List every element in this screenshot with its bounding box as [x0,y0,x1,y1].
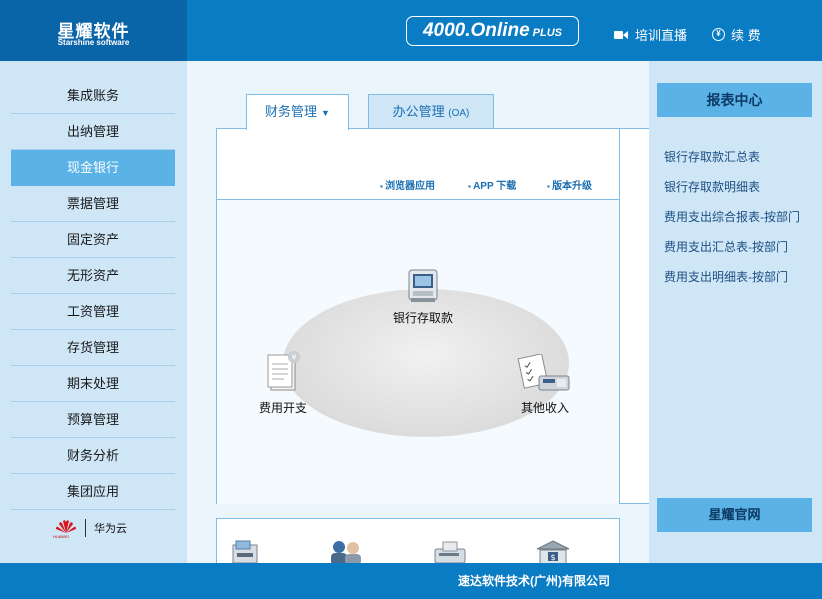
sidebar-item-budget[interactable]: 预算管理 [11,402,175,438]
huawei-logo-icon: HUAWEI [53,519,77,539]
sidebar-item-cash-bank[interactable]: 现金银行 [11,150,175,186]
flow-panel: 浏览器应用 APP 下载 版本升级 银行存取款 [216,128,649,504]
report-link-expense-summary[interactable]: 费用支出汇总表-按部门 [664,238,788,255]
module-sidebar: 集成账务 出纳管理 现金银行 票据管理 固定资产 无形资产 工资管理 存货管理 … [0,61,187,563]
training-live-label: 培训直播 [635,28,688,43]
video-camera-icon [614,30,629,40]
browser-app-link[interactable]: 浏览器应用 [380,177,435,192]
sidebar-item-group-apps[interactable]: 集团应用 [11,474,175,510]
version-upgrade-link[interactable]: 版本升级 [547,177,592,192]
income-register-icon [517,353,570,391]
sidebar-item-period-end[interactable]: 期末处理 [11,366,175,402]
node-other-income[interactable]: 其他收入 [517,353,573,416]
company-name: 速达软件技术(广州)有限公司 [458,574,610,588]
cash-register-icon[interactable] [229,539,263,563]
official-site-button[interactable]: 星耀官网 [657,498,812,532]
node-expense-label: 费用开支 [259,401,308,415]
huawei-cloud-badge[interactable]: HUAWEI 华为云 [53,519,127,539]
product-edition: PLUS [532,27,562,39]
svg-text:¥: ¥ [291,353,296,362]
node-bank-deposit[interactable]: 银行存取款 [393,266,453,326]
yen-circle-icon: ¥ [712,28,725,41]
node-income-label: 其他收入 [520,401,569,415]
sidebar-item-intangible-assets[interactable]: 无形资产 [11,258,175,294]
calculator-register-icon[interactable] [429,539,469,563]
tab-office-management[interactable]: 办公管理 (OA) [368,94,494,129]
tab-office-suffix: (OA) [448,108,470,119]
huawei-brand-text: HUAWEI [53,534,69,539]
report-link-bank-summary[interactable]: 银行存取款汇总表 [664,148,760,165]
sidebar-item-cashier[interactable]: 出纳管理 [11,114,175,150]
report-link-bank-detail[interactable]: 银行存取款明细表 [664,178,760,195]
logo-subtitle: Starshine software [57,38,130,47]
header-bar: 星耀软件 Starshine software 4000.Online PLUS … [0,0,822,61]
renew-link[interactable]: ¥ 续 费 [712,25,761,44]
quick-links: 浏览器应用 APP 下载 版本升级 [217,177,620,193]
atm-machine-icon [408,269,438,302]
sidebar-item-bills[interactable]: 票据管理 [11,186,175,222]
app-download-link[interactable]: APP 下载 [468,177,516,192]
report-center-title: 报表中心 [657,83,812,117]
node-bank-label: 银行存取款 [393,311,454,325]
svg-text:$: $ [550,553,555,562]
sidebar-item-payroll[interactable]: 工资管理 [11,294,175,330]
product-name: 4000.Online [422,20,530,41]
footer-bar: 速达软件技术(广州)有限公司 [0,563,822,599]
bank-building-icon[interactable]: $ [533,539,573,563]
sidebar-item-inventory[interactable]: 存货管理 [11,330,175,366]
tab-finance-management[interactable]: 财务管理 ▼ [246,94,349,130]
sidebar-item-fixed-assets[interactable]: 固定资产 [11,222,175,258]
caret-down-icon: ▼ [321,108,330,118]
tab-office-label: 办公管理 [392,104,445,119]
sidebar-item-financial-analysis[interactable]: 财务分析 [11,438,175,474]
main-workspace: 财务管理▼ 办公管理 (OA) 浏览器应用 APP 下载 版本升级 银行存取款 [187,61,649,563]
report-center: 报表中心 银行存取款汇总表 银行存取款明细表 费用支出综合报表-按部门 费用支出… [649,61,822,563]
report-link-expense-detail[interactable]: 费用支出明细表-按部门 [664,268,788,285]
flow-diagram-area: 银行存取款 ¥ 费用开支 其他收入 [217,199,620,504]
sidebar-item-integrated-accounting[interactable]: 集成账务 [11,78,175,114]
node-expense[interactable]: ¥ 费用开支 [259,350,307,416]
tab-finance-label: 财务管理 [265,104,318,119]
secondary-panel: $ [216,518,620,563]
people-group-icon[interactable] [325,539,367,563]
partner-label: 华为云 [94,523,127,535]
app-logo[interactable]: 星耀软件 Starshine software [0,0,187,61]
report-link-expense-composite[interactable]: 费用支出综合报表-按部门 [664,208,800,225]
product-badge: 4000.Online PLUS [406,16,579,46]
expense-document-icon: ¥ [267,351,300,391]
training-live-link[interactable]: 培训直播 [614,25,687,44]
partner-divider [85,519,86,537]
renew-label: 续 费 [731,28,761,43]
